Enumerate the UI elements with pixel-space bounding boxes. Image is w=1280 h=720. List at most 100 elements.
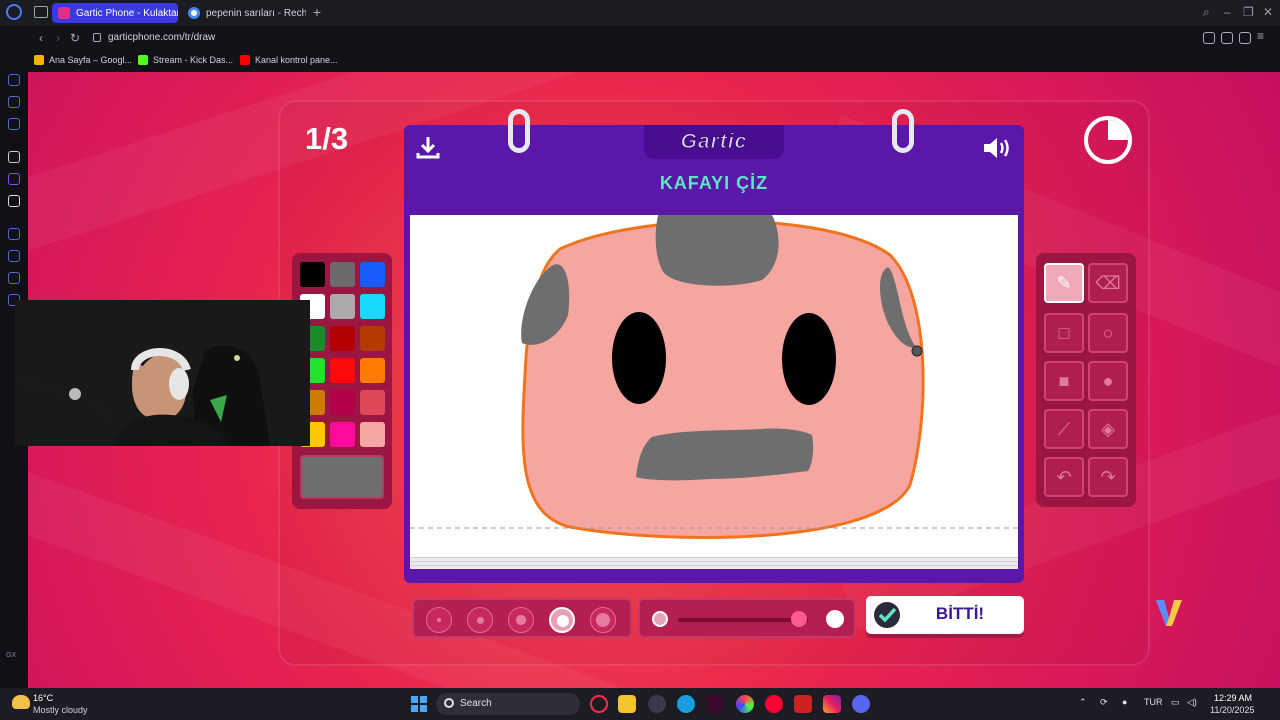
line-tool-button[interactable]: ⟋: [1044, 409, 1084, 449]
close-window-button[interactable]: ✕: [1263, 5, 1273, 19]
extensions-sidebar-icon[interactable]: [8, 272, 20, 284]
file-explorer-icon[interactable]: [618, 695, 636, 713]
tab-google-search[interactable]: pepenin sarıları - Recherc: [182, 3, 306, 23]
network-icon[interactable]: ▭: [1171, 697, 1180, 708]
history-sidebar-icon[interactable]: [8, 250, 20, 262]
opera-taskbar-icon[interactable]: [590, 695, 608, 713]
opacity-track[interactable]: [678, 618, 808, 622]
opera-sidebar-icon-5[interactable]: [8, 228, 20, 240]
taskbar: 16°C Mostly cloudy Search ⌃ ⟳ ● TUR ▭ ◁)…: [0, 688, 1280, 720]
workspace-icon[interactable]: [34, 6, 48, 18]
bookmark-label: Kanal kontrol pane...: [255, 55, 338, 65]
notebook-ring: [892, 109, 914, 153]
color-swatch[interactable]: [360, 326, 385, 351]
color-swatch[interactable]: [360, 294, 385, 319]
right-eye: [782, 313, 836, 405]
start-button[interactable]: [411, 696, 427, 712]
brush-size-button[interactable]: [508, 607, 534, 633]
eraser-tool-button[interactable]: ⌫: [1088, 263, 1128, 303]
drawing-canvas[interactable]: [410, 215, 1018, 557]
rectangle-outline-tool-button[interactable]: □: [1044, 313, 1084, 353]
color-swatch[interactable]: [330, 262, 355, 287]
voicemeeter-icon[interactable]: [794, 695, 812, 713]
v-logo-icon: [1156, 600, 1182, 626]
microphone-icon[interactable]: ●: [1122, 697, 1127, 707]
app-icon-vegas[interactable]: [706, 695, 724, 713]
undo-button[interactable]: ↶: [1044, 457, 1084, 497]
weather-icon[interactable]: [12, 695, 30, 709]
clock-date[interactable]: 11/20/2025: [1210, 705, 1254, 715]
rectangle-filled-tool-button[interactable]: ■: [1044, 361, 1084, 401]
redo-button[interactable]: ↷: [1088, 457, 1128, 497]
color-swatch[interactable]: [330, 390, 355, 415]
lock-icon: [93, 33, 101, 42]
color-swatch[interactable]: [330, 326, 355, 351]
opera-sidebar-icon-4[interactable]: [8, 118, 20, 130]
speaker-icon[interactable]: [982, 135, 1012, 161]
color-swatch[interactable]: [360, 358, 385, 383]
brush-size-button[interactable]: [590, 607, 616, 633]
brush-size-button[interactable]: [426, 607, 452, 633]
opera-sidebar-icon-3[interactable]: [8, 96, 20, 108]
fill-bucket-tool-button[interactable]: ◈: [1088, 409, 1128, 449]
minimize-button[interactable]: –: [1224, 5, 1231, 19]
download-icon[interactable]: [416, 135, 440, 159]
brush-size-button[interactable]: [467, 607, 493, 633]
app-icon-color[interactable]: [736, 695, 754, 713]
hair-top: [655, 215, 779, 286]
sync-icon[interactable]: ⟳: [1100, 697, 1108, 708]
color-swatch[interactable]: [360, 422, 385, 447]
gartic-favicon-icon: [58, 7, 70, 19]
clock-time[interactable]: 12:29 AM: [1214, 693, 1252, 703]
reload-button[interactable]: ↻: [68, 31, 82, 45]
tab-gartic-phone[interactable]: Gartic Phone - Kulaktan K: [52, 3, 178, 23]
color-swatch[interactable]: [330, 294, 355, 319]
extension-icon-2[interactable]: [1221, 32, 1233, 44]
extension-icon-1[interactable]: [1203, 32, 1215, 44]
done-button[interactable]: BİTTİ!: [866, 596, 1024, 634]
ellipse-filled-tool-button[interactable]: ●: [1088, 361, 1128, 401]
color-swatch[interactable]: [360, 390, 385, 415]
language-indicator[interactable]: TUR: [1144, 697, 1163, 707]
volume-icon[interactable]: ◁): [1187, 697, 1197, 708]
bookmark-youtube[interactable]: Kanal kontrol pane...: [240, 55, 338, 65]
url-field[interactable]: garticphone.com/tr/draw: [108, 32, 215, 43]
color-swatch[interactable]: [330, 422, 355, 447]
opacity-knob[interactable]: [790, 611, 807, 627]
tab-bar: Gartic Phone - Kulaktan K pepenin sarıla…: [0, 0, 1280, 26]
opera-logo-icon[interactable]: [6, 4, 22, 20]
tray-overflow-icon[interactable]: ⌃: [1079, 697, 1087, 708]
app-icon-obs[interactable]: [648, 695, 666, 713]
back-button[interactable]: ‹: [34, 31, 48, 45]
color-swatch[interactable]: [360, 262, 385, 287]
brush-size-selector: [412, 598, 632, 638]
youtube-music-icon[interactable]: [765, 695, 783, 713]
pencil-tool-button[interactable]: ✎: [1044, 263, 1084, 303]
twitch-sidebar-icon[interactable]: [8, 173, 20, 185]
edge-icon[interactable]: [677, 695, 695, 713]
left-eye: [612, 312, 666, 404]
color-swatch[interactable]: [330, 358, 355, 383]
bookmark-kick[interactable]: Stream - Kick Das...: [138, 55, 233, 65]
canvas-container: [404, 211, 1024, 583]
new-tab-button[interactable]: +: [310, 4, 324, 20]
done-label: BİTTİ!: [935, 604, 985, 623]
drawing-artwork: [410, 215, 1018, 539]
download-icon[interactable]: [1239, 32, 1251, 44]
kick-sidebar-icon[interactable]: [8, 151, 20, 163]
discord-icon[interactable]: [852, 695, 870, 713]
search-tabs-icon[interactable]: ⌕: [1203, 5, 1210, 20]
opera-sidebar-icon-2[interactable]: [8, 74, 20, 86]
ellipse-outline-tool-button[interactable]: ○: [1088, 313, 1128, 353]
brush-size-button[interactable]: [549, 607, 575, 633]
menu-icon[interactable]: ≡: [1257, 29, 1269, 43]
forward-button[interactable]: ›: [51, 31, 65, 45]
color-swatch[interactable]: [300, 262, 325, 287]
opacity-slider[interactable]: [638, 598, 856, 638]
instagram-icon[interactable]: [823, 695, 841, 713]
taskbar-search[interactable]: Search: [436, 693, 580, 715]
notebook-ring: [508, 109, 530, 153]
bookmark-google-drive[interactable]: Ana Sayfa – Googl...: [34, 55, 132, 65]
x-sidebar-icon[interactable]: [8, 195, 20, 207]
maximize-button[interactable]: ❐: [1243, 5, 1254, 19]
